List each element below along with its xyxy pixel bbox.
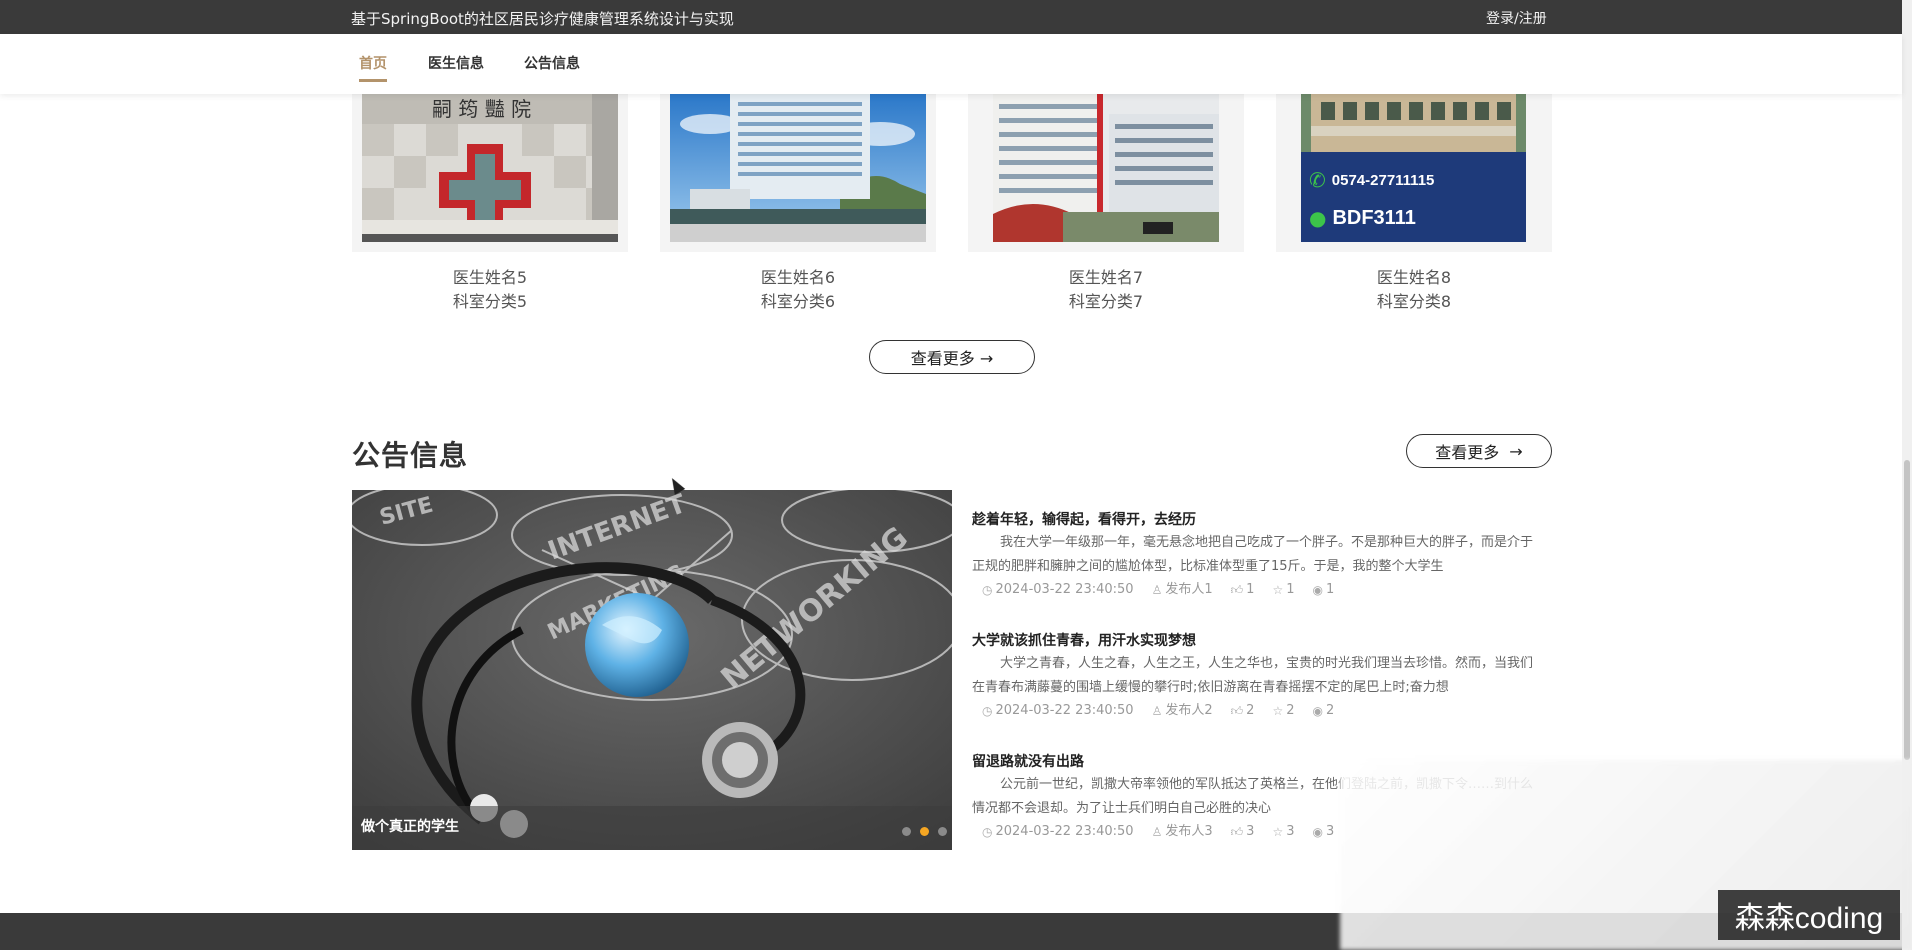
news-title[interactable]: 趁着年轻，输得起，看得开，去经历: [972, 509, 1534, 531]
news-publisher: 发布人2: [1165, 703, 1213, 718]
doctor-department: 科室分类8: [1376, 292, 1452, 311]
news-favorites: 3: [1286, 824, 1295, 839]
news-summary: 大学之青春，人生之春，人生之王，人生之华也，宝贵的时光我们理当去珍惜。然而，当我…: [972, 656, 1534, 695]
thumbs-up-icon: 👍︎: [1230, 704, 1244, 718]
notices-more-label: 查看更多: [1435, 443, 1500, 462]
notices-more-button[interactable]: 查看更多 →: [1406, 434, 1552, 468]
top-bar: 基于SpringBoot的社区居民诊疗健康管理系统设计与实现 登录/注册: [0, 0, 1902, 34]
clock-icon: ◷: [982, 583, 993, 597]
doctor-photo: 嗣 筠 豔 院: [362, 94, 618, 242]
star-icon: ☆: [1272, 704, 1284, 718]
user-icon: ♙: [1151, 704, 1163, 718]
doctor-photo: ✆ 0574-27711115 ● BDF3111: [1301, 94, 1526, 242]
site-title: 基于SpringBoot的社区居民诊疗健康管理系统设计与实现: [351, 10, 734, 28]
news-favorites: 2: [1286, 703, 1295, 718]
nav-notices[interactable]: 公告信息: [524, 53, 580, 73]
news-summary: 我在大学一年级那一年，毫无悬念地把自己吃成了一个胖子。不是那种巨大的胖子，而是介…: [972, 535, 1534, 574]
watermark: 森森coding: [1718, 890, 1900, 940]
page-scrollbar-thumb[interactable]: [1904, 460, 1910, 760]
doctor-card[interactable]: [968, 94, 1244, 252]
user-icon: ♙: [1151, 583, 1163, 597]
doctor-photo: [670, 94, 926, 242]
clock-icon: ◷: [982, 704, 993, 718]
doctor-photo: [993, 94, 1219, 242]
thumbs-up-icon: 👍︎: [1230, 825, 1244, 839]
phone-icon: ✆: [1309, 168, 1326, 192]
news-time: 2024-03-22 23:40:50: [995, 824, 1134, 839]
doctor-card[interactable]: ✆ 0574-27711115 ● BDF3111: [1276, 94, 1552, 252]
news-publisher: 发布人1: [1165, 582, 1213, 597]
doctor-card[interactable]: 嗣 筠 豔 院: [352, 94, 628, 252]
news-likes: 3: [1246, 824, 1255, 839]
news-favorites: 1: [1286, 582, 1295, 597]
doctors-more-button[interactable]: 查看更多 →: [869, 340, 1035, 374]
news-likes: 2: [1246, 703, 1255, 718]
eye-icon: ◉: [1312, 704, 1323, 718]
doctor-department: 科室分类5: [452, 292, 528, 311]
carousel-dot[interactable]: [902, 827, 911, 836]
news-likes: 1: [1246, 582, 1255, 597]
doctor-name: 医生姓名7: [1068, 268, 1144, 287]
nav-doctors[interactable]: 医生信息: [428, 53, 484, 73]
carousel-caption: 做个真正的学生: [361, 819, 459, 835]
notice-section-title: 公告信息: [352, 439, 469, 472]
doctor-name: 医生姓名5: [452, 268, 528, 287]
clock-icon: ◷: [982, 825, 993, 839]
thumbs-up-icon: 👍︎: [1230, 583, 1244, 597]
news-meta: ◷ 2024-03-22 23:40:50 ♙ 发布人1 👍︎ 1 ☆ 1 ◉ 1: [982, 579, 1534, 601]
doctor-department: 科室分类7: [1068, 292, 1144, 311]
doctor-department: 科室分类6: [760, 292, 836, 311]
login-register-link[interactable]: 登录/注册: [1486, 8, 1547, 28]
carousel-dot[interactable]: [938, 827, 947, 836]
nav-home[interactable]: 首页: [359, 53, 387, 82]
news-publisher: 发布人3: [1165, 824, 1213, 839]
news-time: 2024-03-22 23:40:50: [995, 582, 1134, 597]
eye-icon: ◉: [1312, 583, 1323, 597]
news-item[interactable]: 趁着年轻，输得起，看得开，去经历 我在大学一年级那一年，毫无悬念地把自己吃成了一…: [972, 509, 1534, 601]
main-nav: 首页 医生信息 公告信息: [0, 34, 1902, 94]
news-views: 1: [1325, 582, 1335, 597]
star-icon: ☆: [1272, 825, 1284, 839]
doctor-card[interactable]: [660, 94, 936, 252]
doctor-name: 医生姓名8: [1376, 268, 1452, 287]
ad-wechat: BDF3111: [1332, 206, 1416, 229]
news-views: 2: [1325, 703, 1335, 718]
ad-phone: 0574-27711115: [1331, 171, 1435, 189]
news-item[interactable]: 大学就该抓住青春，用汗水实现梦想 大学之青春，人生之春，人生之王，人生之华也，宝…: [972, 630, 1534, 722]
carousel-image: SITE INTERNET NETWORKING MARKETING: [352, 490, 952, 850]
wechat-icon: ●: [1309, 206, 1327, 230]
eye-icon: ◉: [1312, 825, 1323, 839]
star-icon: ☆: [1272, 583, 1284, 597]
doctor-name: 医生姓名6: [760, 268, 836, 287]
notice-carousel[interactable]: SITE INTERNET NETWORKING MARKETING 做个真正的…: [352, 490, 952, 850]
news-title[interactable]: 大学就该抓住青春，用汗水实现梦想: [972, 630, 1534, 652]
news-meta: ◷ 2024-03-22 23:40:50 ♙ 发布人2 👍︎ 2 ☆ 2 ◉ 2: [982, 700, 1534, 722]
arrow-right-icon: →: [1509, 441, 1523, 461]
news-time: 2024-03-22 23:40:50: [995, 703, 1134, 718]
carousel-dot-active[interactable]: [920, 827, 929, 836]
svg-text:嗣 筠 豔 院: 嗣 筠 豔 院: [432, 97, 531, 121]
news-views: 3: [1325, 824, 1335, 839]
user-icon: ♙: [1151, 825, 1163, 839]
